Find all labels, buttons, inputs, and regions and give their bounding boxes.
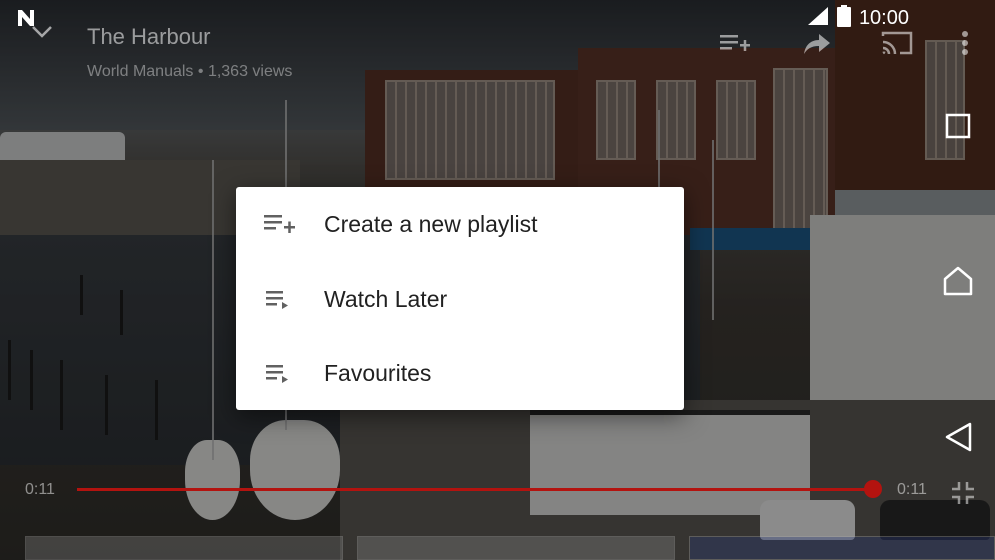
meta-separator: •: [197, 63, 204, 80]
total-time: 0:11: [897, 481, 927, 498]
playlist-play-icon: [263, 362, 297, 384]
playlist-add-icon: [263, 213, 297, 235]
back-icon[interactable]: [940, 419, 976, 455]
view-count: 1,363 views: [207, 63, 293, 80]
progress-fill: [77, 488, 877, 491]
fullscreen-exit-icon[interactable]: [948, 478, 978, 513]
related-video-thumbnail[interactable]: [25, 536, 343, 560]
related-video-thumbnail[interactable]: [689, 536, 995, 560]
add-to-playlist-dialog: Create a new playlist Watch Later Favour…: [236, 187, 684, 410]
playlist-option-create-new[interactable]: Create a new playlist: [236, 187, 684, 261]
current-time: 0:11: [25, 481, 55, 498]
playlist-option-label: Favourites: [324, 359, 432, 386]
playlist-option-favourites[interactable]: Favourites: [236, 336, 684, 410]
minimize-chevron-down-icon[interactable]: [30, 24, 54, 45]
playlist-option-label: Watch Later: [324, 285, 448, 312]
recents-icon[interactable]: [940, 108, 976, 144]
share-icon[interactable]: [800, 26, 834, 60]
home-icon[interactable]: [940, 263, 976, 299]
more-vert-icon[interactable]: [948, 26, 982, 60]
battery-icon: [836, 4, 851, 32]
cast-icon[interactable]: [880, 26, 914, 60]
related-video-thumbnail[interactable]: [357, 536, 675, 560]
playlist-option-label: Create a new playlist: [324, 210, 538, 237]
playlist-play-icon: [263, 288, 297, 310]
video-title: The Harbour: [87, 24, 211, 49]
channel-name[interactable]: World Manuals: [87, 63, 193, 80]
playlist-option-watch-later[interactable]: Watch Later: [236, 262, 684, 336]
video-meta: World Manuals • 1,363 views: [87, 63, 292, 81]
progress-scrubber[interactable]: [864, 480, 882, 498]
add-to-playlist-icon[interactable]: [718, 26, 752, 60]
